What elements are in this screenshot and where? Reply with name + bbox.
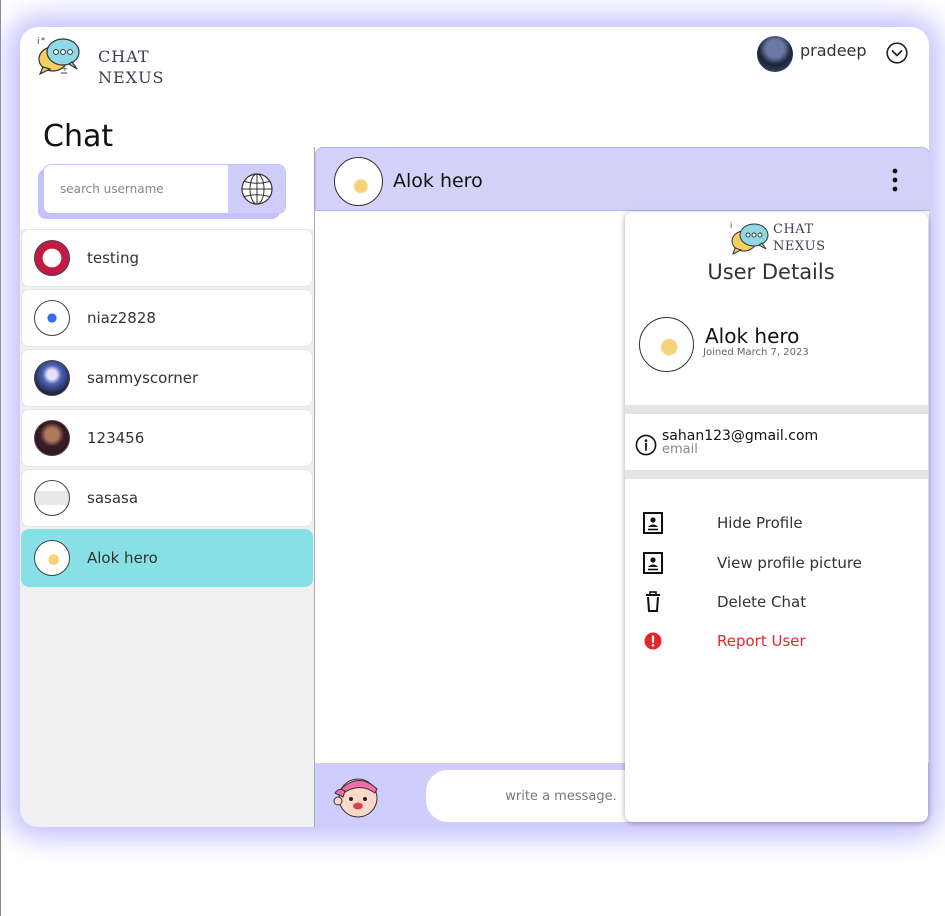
hide-profile-button[interactable]: Hide Profile <box>625 508 928 538</box>
contact-name: sammyscorner <box>87 369 199 387</box>
chat-contact-name[interactable]: Alok hero <box>393 170 483 192</box>
profile-name: Alok hero <box>705 324 800 348</box>
delete-chat-button[interactable]: Delete Chat <box>625 587 928 617</box>
action-label: Report User <box>717 632 806 650</box>
info-icon <box>635 434 657 456</box>
contact-name: 123456 <box>87 429 145 447</box>
report-user-button[interactable]: Report User <box>625 626 928 656</box>
svg-text:*: * <box>41 36 45 45</box>
current-user-name[interactable]: pradeep <box>800 41 867 60</box>
user-details-title: User Details <box>707 260 835 284</box>
contact-item-niaz2828[interactable]: niaz2828 <box>21 289 313 347</box>
user-details-panel: i CHAT NEXUS User Details Alok hero Join… <box>625 212 928 822</box>
profile-joined-date: Joined March 7, 2023 <box>703 347 809 358</box>
contact-name: niaz2828 <box>87 309 156 327</box>
avatar <box>34 480 70 516</box>
search-box <box>43 164 286 214</box>
globe-icon <box>241 173 273 205</box>
mini-logo-line2: NEXUS <box>773 239 826 254</box>
contacts-sidebar: testing niaz2828 sammyscorner 123456 sas… <box>20 229 314 827</box>
current-user-avatar[interactable] <box>757 36 793 72</box>
divider <box>625 470 928 479</box>
avatar <box>34 540 70 576</box>
trash-icon <box>646 591 660 612</box>
avatar <box>34 240 70 276</box>
chat-bubbles-logo-icon: i * + <box>37 36 80 76</box>
profile-avatar[interactable] <box>639 317 694 372</box>
view-profile-picture-button[interactable]: View profile picture <box>625 548 928 578</box>
contact-card-icon <box>643 512 663 534</box>
chevron-down-circle-icon[interactable] <box>886 42 908 64</box>
contact-item-123456[interactable]: 123456 <box>21 409 313 467</box>
more-options-icon[interactable] <box>888 168 902 192</box>
search-input[interactable] <box>44 165 228 213</box>
avatar <box>34 420 70 456</box>
contact-name: testing <box>87 249 140 267</box>
divider <box>625 405 928 414</box>
mini-logo-line1: CHAT <box>773 222 814 237</box>
alert-icon <box>644 632 662 650</box>
chat-bubbles-logo-icon: i <box>730 221 769 255</box>
page-title: Chat <box>43 119 114 154</box>
chat-header: Alok hero <box>315 147 929 211</box>
sticker-icon[interactable] <box>331 773 383 819</box>
chat-contact-avatar[interactable] <box>334 157 383 206</box>
mini-logo-text: CHAT NEXUS <box>773 221 825 255</box>
logo-text: CHAT NEXUS <box>98 46 165 88</box>
contact-name: sasasa <box>87 489 139 507</box>
action-label: Delete Chat <box>717 593 807 611</box>
action-label: Hide Profile <box>717 514 803 532</box>
contact-card-icon <box>643 552 663 574</box>
svg-text:+: + <box>62 65 68 73</box>
contact-name: Alok hero <box>87 549 158 567</box>
search-button[interactable] <box>228 165 285 213</box>
avatar <box>34 300 70 336</box>
contact-item-sammyscorner[interactable]: sammyscorner <box>21 349 313 407</box>
logo-text-line2: NEXUS <box>98 68 165 87</box>
contact-item-sasasa[interactable]: sasasa <box>21 469 313 527</box>
svg-text:i: i <box>37 37 40 47</box>
contact-item-testing[interactable]: testing <box>21 229 313 287</box>
app-logo[interactable]: i * + CHAT NEXUS <box>36 35 164 87</box>
logo-text-line1: CHAT <box>98 47 150 66</box>
contact-item-alok-hero[interactable]: Alok hero <box>21 529 313 587</box>
avatar <box>34 360 70 396</box>
action-label: View profile picture <box>717 554 862 572</box>
svg-text:i: i <box>730 221 732 230</box>
profile-email-label: email <box>662 442 698 457</box>
